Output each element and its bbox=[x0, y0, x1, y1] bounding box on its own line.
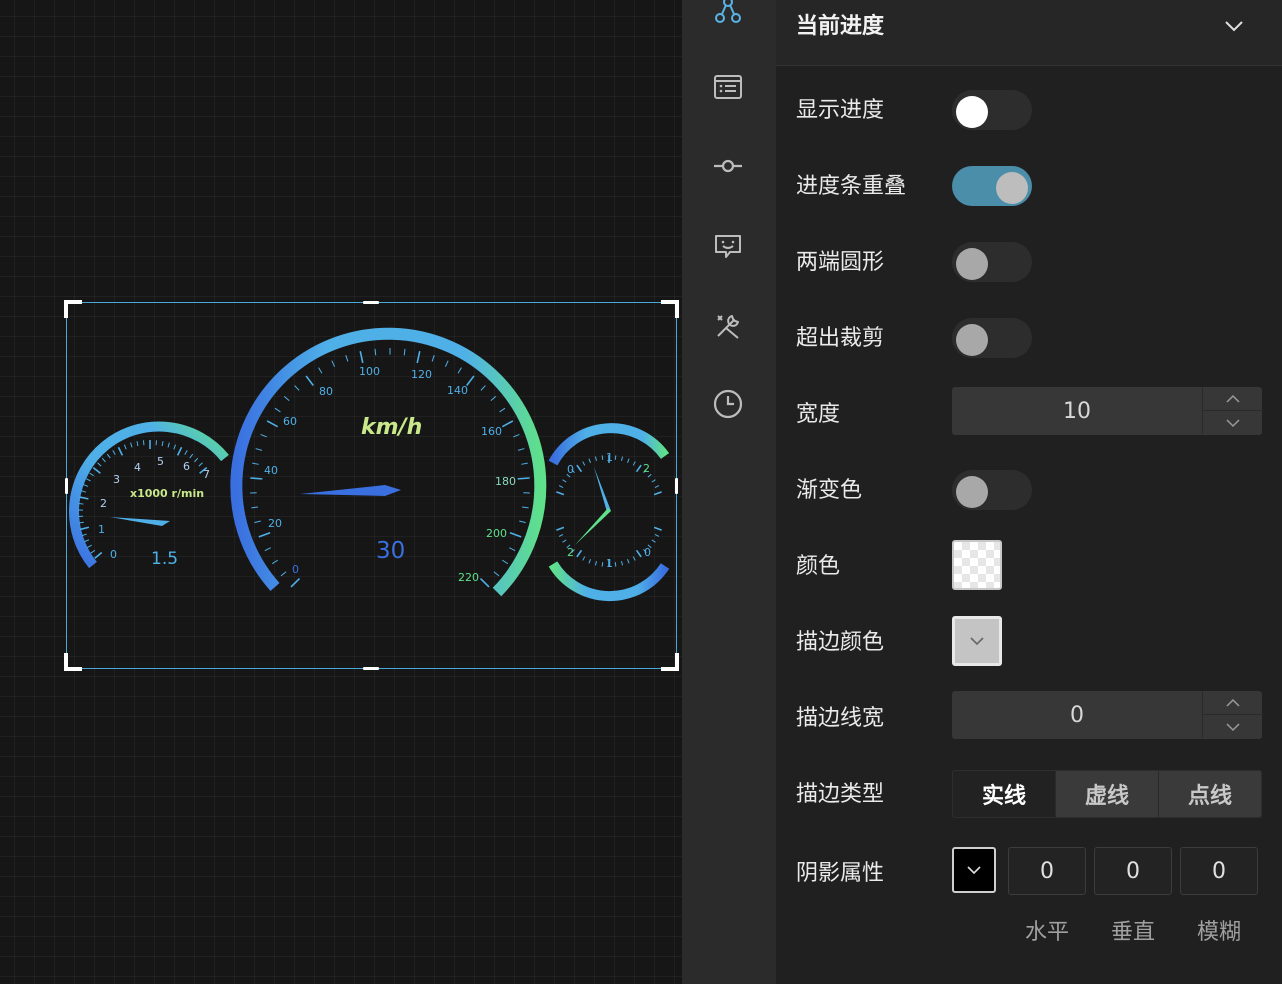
panel-title: 当前进度 bbox=[796, 14, 885, 39]
resize-handle-top[interactable] bbox=[363, 301, 379, 304]
shadow-blur-input[interactable] bbox=[1181, 848, 1257, 894]
shadow-x-input[interactable] bbox=[1009, 848, 1085, 894]
gradient-label: 渐变色 bbox=[796, 478, 863, 503]
width-stepper bbox=[952, 387, 1263, 435]
increment-button[interactable] bbox=[1202, 691, 1263, 715]
list-icon[interactable] bbox=[710, 69, 746, 105]
shadow-y-input[interactable] bbox=[1095, 848, 1171, 894]
overlap-label: 进度条重叠 bbox=[796, 174, 907, 199]
toggle-knob bbox=[956, 96, 988, 128]
shadow-x-sublabel: 水平 bbox=[1024, 920, 1069, 945]
resize-handle-bottom-left[interactable] bbox=[64, 653, 82, 671]
shadow-color-swatch[interactable] bbox=[952, 847, 996, 893]
resize-handle-top-right[interactable] bbox=[661, 300, 679, 318]
selection-box[interactable] bbox=[64, 300, 679, 671]
shadow-y-field bbox=[1094, 847, 1172, 895]
chevron-up-icon bbox=[1226, 698, 1240, 707]
stroke-type-solid[interactable]: 实线 bbox=[953, 771, 1055, 817]
shadow-x-field bbox=[1008, 847, 1086, 895]
chevron-down-icon bbox=[967, 866, 981, 875]
show-progress-label: 显示进度 bbox=[796, 98, 885, 123]
resize-handle-top-left[interactable] bbox=[64, 300, 82, 318]
clip-toggle[interactable] bbox=[952, 318, 1032, 358]
stroke-type-dotted[interactable]: 点线 bbox=[1158, 771, 1261, 817]
stroke-width-label: 描边线宽 bbox=[796, 706, 885, 731]
color-label: 颜色 bbox=[796, 554, 841, 579]
round-ends-label: 两端圆形 bbox=[796, 250, 885, 275]
width-label: 宽度 bbox=[796, 402, 841, 427]
design-canvas[interactable]: 0 1 2 3 4 5 6 7 x1000 r/min 1.5 0 20 40 … bbox=[0, 0, 682, 984]
chevron-down-icon bbox=[1226, 418, 1240, 427]
chevron-down-icon[interactable] bbox=[1222, 14, 1246, 38]
decrement-button[interactable] bbox=[1202, 715, 1263, 738]
clock-icon[interactable] bbox=[710, 386, 746, 422]
toggle-knob bbox=[996, 172, 1028, 204]
resize-handle-left[interactable] bbox=[65, 478, 68, 494]
width-input[interactable] bbox=[952, 387, 1202, 435]
color-swatch[interactable] bbox=[952, 540, 1002, 590]
stroke-color-label: 描边颜色 bbox=[796, 630, 885, 655]
overlap-toggle[interactable] bbox=[952, 166, 1032, 206]
commit-icon[interactable] bbox=[710, 148, 746, 184]
resize-handle-right[interactable] bbox=[675, 478, 678, 494]
clip-label: 超出裁剪 bbox=[796, 326, 885, 351]
increment-button[interactable] bbox=[1202, 387, 1263, 411]
stroke-color-swatch[interactable] bbox=[952, 616, 1002, 666]
chat-bot-icon[interactable] bbox=[710, 228, 746, 264]
toggle-knob bbox=[956, 476, 988, 508]
toggle-knob bbox=[956, 248, 988, 280]
toggle-knob bbox=[956, 324, 988, 356]
stroke-type-label: 描边类型 bbox=[796, 782, 885, 807]
shadow-blur-field bbox=[1180, 847, 1258, 895]
chevron-down-icon bbox=[1226, 722, 1240, 731]
shadow-blur-sublabel: 模糊 bbox=[1196, 920, 1241, 945]
side-icon-bar bbox=[682, 0, 776, 984]
chevron-down-icon bbox=[970, 637, 984, 646]
stroke-type-dashed[interactable]: 虚线 bbox=[1055, 771, 1158, 817]
stroke-width-input[interactable] bbox=[952, 691, 1202, 739]
resize-handle-bottom[interactable] bbox=[363, 667, 379, 670]
show-progress-toggle[interactable] bbox=[952, 90, 1032, 130]
chevron-up-icon bbox=[1226, 394, 1240, 403]
stroke-width-stepper bbox=[952, 691, 1263, 739]
shadow-label: 阴影属性 bbox=[796, 861, 885, 886]
properties-panel: 当前进度 显示进度 进度条重叠 两端圆形 超出裁剪 宽度 渐变色 颜色 描边颜色… bbox=[776, 0, 1282, 984]
round-ends-toggle[interactable] bbox=[952, 242, 1032, 282]
decrement-button[interactable] bbox=[1202, 411, 1263, 434]
shadow-y-sublabel: 垂直 bbox=[1110, 920, 1155, 945]
panel-header[interactable]: 当前进度 bbox=[776, 0, 1282, 66]
tools-icon[interactable] bbox=[710, 308, 746, 344]
gradient-toggle[interactable] bbox=[952, 470, 1032, 510]
nodes-icon[interactable] bbox=[710, 0, 746, 28]
resize-handle-bottom-right[interactable] bbox=[661, 653, 679, 671]
stroke-type-segmented: 实线 虚线 点线 bbox=[952, 770, 1262, 818]
